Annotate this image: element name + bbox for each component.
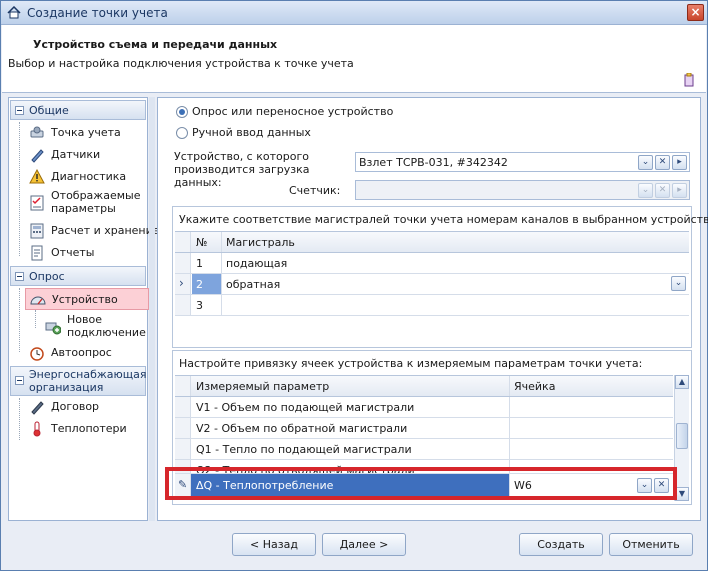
collapse-icon[interactable] xyxy=(15,376,24,385)
connection-icon xyxy=(45,322,61,335)
nav-item-reports[interactable]: Отчеты xyxy=(25,242,149,264)
nav-item-new-connection[interactable]: Новое подключение xyxy=(41,312,149,342)
params-header-row: Измеряемый параметр Ячейка xyxy=(175,376,673,397)
table-row[interactable]: 1 подающая xyxy=(175,253,689,274)
row-pointer-icon: › xyxy=(175,274,191,294)
gauge-icon xyxy=(30,296,46,305)
channels-group: Укажите соответствие магистралей точки у… xyxy=(172,206,708,348)
table-row[interactable]: V2 - Объем по обратной магистрали xyxy=(175,418,673,439)
channels-grid: № Магистраль 1 подающая › 2 обратная ⌄ 3 xyxy=(175,231,689,316)
back-button[interactable]: < Назад xyxy=(232,533,316,556)
cancel-button[interactable]: Отменить xyxy=(609,533,693,556)
nav-group-general[interactable]: Общие xyxy=(10,100,146,120)
column-header-main[interactable]: Магистраль xyxy=(222,232,689,252)
channels-title: Укажите соответствие магистралей точки у… xyxy=(179,213,708,226)
clear-icon[interactable]: ✕ xyxy=(655,155,670,170)
house-icon xyxy=(7,6,21,19)
metering-point-icon xyxy=(30,126,44,138)
chevron-down-icon[interactable]: ⌄ xyxy=(638,183,653,198)
title-bar[interactable]: Создание точки учета × xyxy=(1,1,707,25)
nav-item-diagnostics[interactable]: Диагностика xyxy=(25,166,149,188)
collapse-icon[interactable] xyxy=(15,272,24,281)
nav-group-energy-supplier[interactable]: Энергоснабжающая организация xyxy=(10,366,147,396)
create-button[interactable]: Создать xyxy=(519,533,603,556)
alarm-clock-icon xyxy=(30,347,44,361)
nav-item-contract[interactable]: Договор xyxy=(25,396,149,418)
nav-item-sensors[interactable]: Датчики xyxy=(25,144,149,166)
close-button[interactable]: × xyxy=(687,4,704,21)
nav-item-heat-losses[interactable]: Теплопотери xyxy=(25,418,149,440)
nav-item-display-params[interactable]: Отображаемые параметры xyxy=(25,188,149,218)
dialog-window: Создание точки учета × Устройство съема … xyxy=(0,0,708,571)
nav-item-calc-storage[interactable]: Расчет и хранение xyxy=(25,220,160,242)
column-header-num[interactable]: № xyxy=(192,232,222,252)
table-row[interactable]: 3 xyxy=(175,295,689,316)
column-header-cell[interactable]: Ячейка xyxy=(510,376,673,396)
thermometer-icon xyxy=(33,421,41,437)
params-title: Настройте привязку ячеек устройства к из… xyxy=(179,357,643,370)
arrow-right-icon[interactable]: ▸ xyxy=(672,183,687,198)
radio-poll-device[interactable]: Опрос или переносное устройство xyxy=(176,104,393,120)
scroll-thumb[interactable] xyxy=(676,423,688,449)
chevron-down-icon[interactable]: ⌄ xyxy=(638,155,653,170)
nav-splitter[interactable] xyxy=(149,97,155,521)
nav-item-device[interactable]: Устройство xyxy=(25,288,149,310)
sensor-icon xyxy=(31,149,44,163)
warning-icon xyxy=(29,169,45,184)
meter-label: Счетчик: xyxy=(289,184,341,197)
checklist-icon xyxy=(30,195,44,211)
scroll-up-icon[interactable]: ▲ xyxy=(675,375,689,389)
highlight-box xyxy=(165,467,677,500)
contract-icon xyxy=(31,401,44,415)
arrow-right-icon[interactable]: ▸ xyxy=(672,155,687,170)
radio-manual-entry[interactable]: Ручной ввод данных xyxy=(176,125,356,141)
content-panel: Опрос или переносное устройство Ручной в… xyxy=(157,97,708,521)
clear-icon[interactable]: ✕ xyxy=(655,183,670,198)
radio-checked-icon[interactable] xyxy=(176,106,188,118)
wizard-icon xyxy=(684,73,694,87)
report-icon xyxy=(31,245,43,261)
table-row[interactable]: › 2 обратная ⌄ xyxy=(175,274,689,295)
next-button[interactable]: Далее > xyxy=(322,533,406,556)
table-row[interactable]: V1 - Объем по подающей магистрали xyxy=(175,397,673,418)
params-grid: Измеряемый параметр Ячейка V1 - Объем по… xyxy=(175,375,673,498)
device-value: Взлет ТСРВ-031, #342342 xyxy=(359,156,508,169)
device-combo[interactable]: Взлет ТСРВ-031, #342342 ⌄ ✕ ▸ xyxy=(355,152,690,172)
table-row[interactable]: Q1 - Тепло по подающей магистрали xyxy=(175,439,673,460)
nav-group-polling[interactable]: Опрос xyxy=(10,266,146,286)
nav-item-metering-point[interactable]: Точка учета xyxy=(25,122,149,144)
radio-unchecked-icon[interactable] xyxy=(176,127,188,139)
channels-header-row: № Магистраль xyxy=(175,232,689,253)
header-title: Устройство съема и передачи данных xyxy=(33,38,278,51)
header-subtitle: Выбор и настройка подключения устройства… xyxy=(8,57,354,70)
chevron-down-icon[interactable]: ⌄ xyxy=(671,276,686,291)
calculator-icon xyxy=(30,223,44,239)
column-header-param[interactable]: Измеряемый параметр xyxy=(192,376,510,396)
wizard-header: Устройство съема и передачи данных Выбор… xyxy=(2,25,706,93)
scroll-down-icon[interactable]: ▼ xyxy=(675,487,689,501)
meter-combo[interactable]: ⌄ ✕ ▸ xyxy=(355,180,690,200)
collapse-icon[interactable] xyxy=(15,106,24,115)
nav-panel: Общие Точка учета Датчики Диагностика От… xyxy=(8,97,160,521)
window-title: Создание точки учета xyxy=(27,6,168,20)
nav-item-autopoll[interactable]: Автоопрос xyxy=(25,342,149,364)
